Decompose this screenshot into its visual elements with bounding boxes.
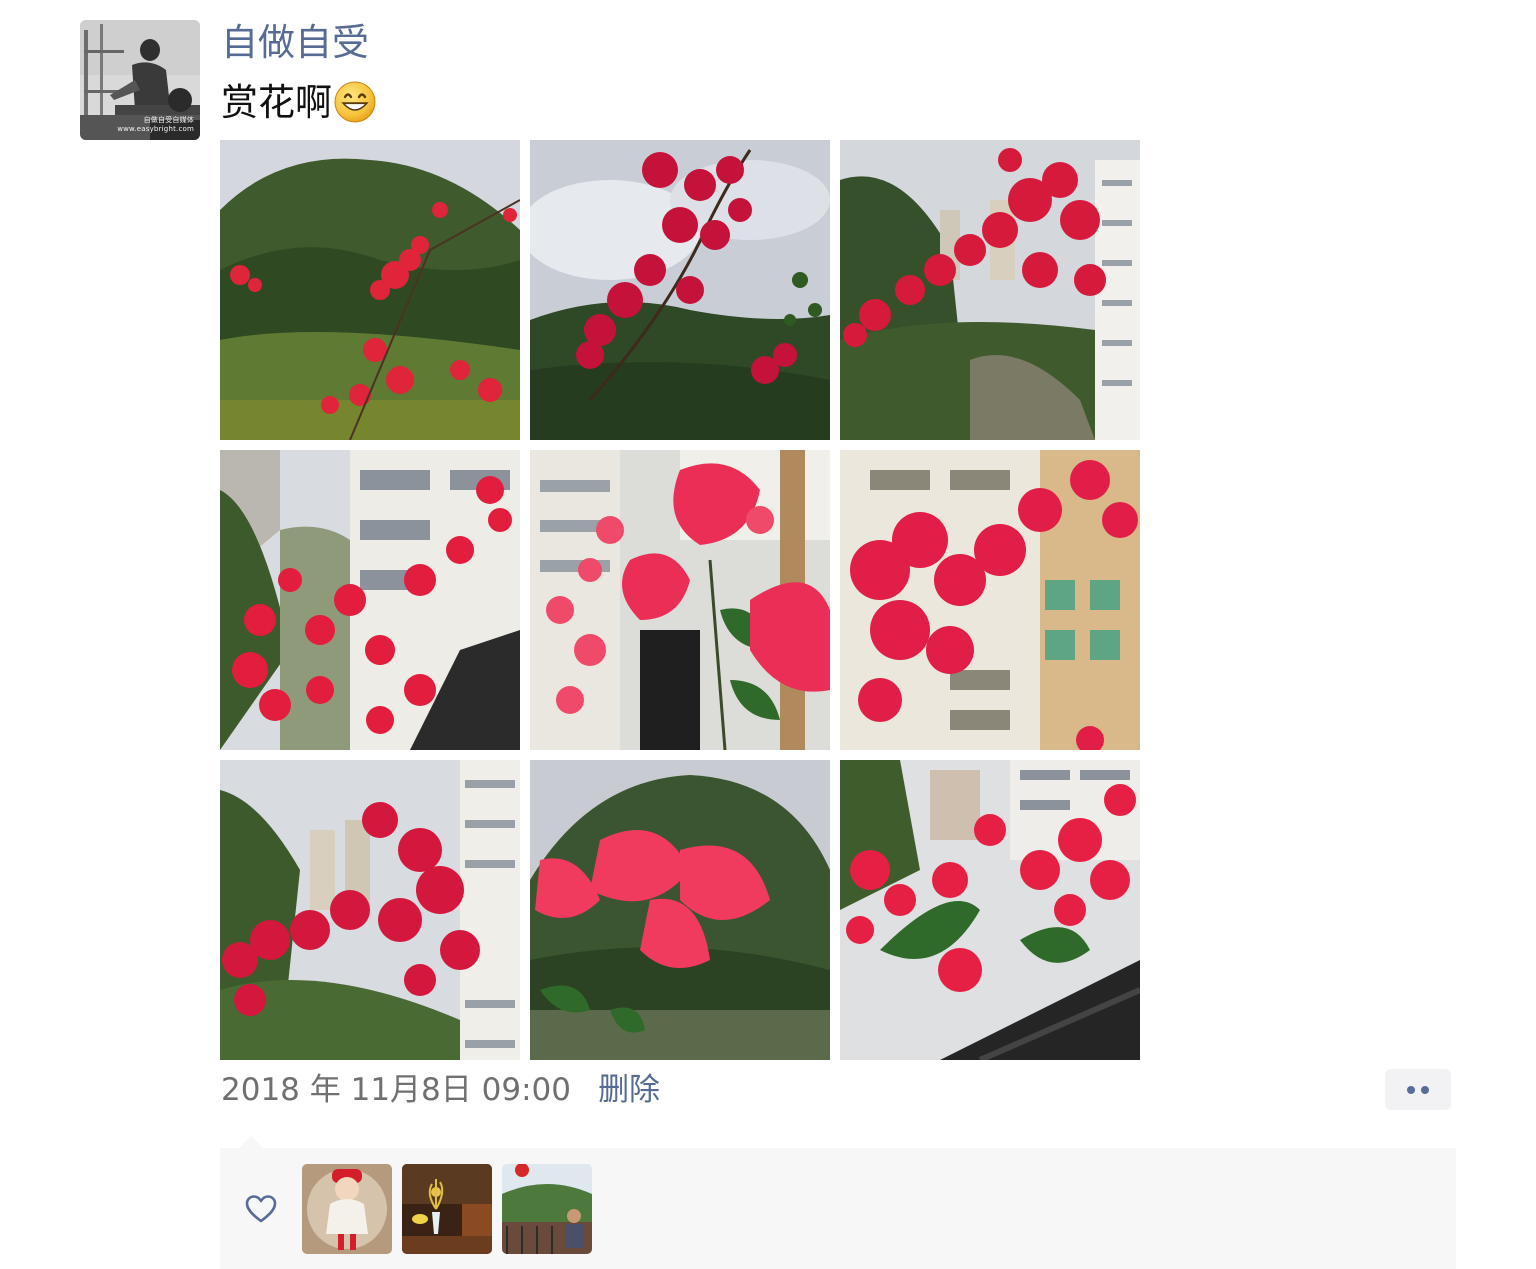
- photo-1-image: [220, 140, 520, 440]
- photo-8-image: [530, 760, 830, 1060]
- photo-5[interactable]: [530, 450, 830, 750]
- photo-grid: [220, 140, 1140, 1060]
- photo-7-image: [220, 760, 520, 1060]
- photo-3[interactable]: [840, 140, 1140, 440]
- photo-6[interactable]: [840, 450, 1140, 750]
- liker-avatar-1[interactable]: [302, 1164, 392, 1254]
- more-dots-icon: [1407, 1086, 1415, 1094]
- author-avatar[interactable]: 自做自受自媒体 www.easybright.com: [80, 20, 200, 140]
- post-timestamp: 2018 年 11月8日 09:00: [221, 1072, 571, 1108]
- photo-5-image: [530, 450, 830, 750]
- photo-9-image: [840, 760, 1140, 1060]
- photo-2[interactable]: [530, 140, 830, 440]
- more-options-button[interactable]: [1385, 1069, 1451, 1110]
- photo-7[interactable]: [220, 760, 520, 1060]
- heart-outline-icon: [245, 1195, 277, 1223]
- post-text-content: 赏花啊: [221, 81, 332, 124]
- avatar-watermark-line2: www.easybright.com: [117, 125, 194, 133]
- photo-3-image: [840, 140, 1140, 440]
- avatar-watermark-line1: 自做自受自媒体: [143, 116, 194, 124]
- photo-2-image: [530, 140, 830, 440]
- liker-avatar-1-image: [302, 1164, 392, 1254]
- post-meta: 2018 年 11月8日 09:00 删除: [221, 1066, 660, 1114]
- photo-4[interactable]: [220, 450, 520, 750]
- photo-6-image: [840, 450, 1140, 750]
- liker-avatar-3-image: [502, 1164, 592, 1254]
- post-text: 赏花啊: [221, 78, 376, 128]
- author-name[interactable]: 自做自受: [221, 18, 369, 68]
- photo-4-image: [220, 450, 520, 750]
- liker-avatar-2[interactable]: [402, 1164, 492, 1254]
- avatar-watermark: 自做自受自媒体 www.easybright.com: [117, 116, 194, 134]
- photo-1[interactable]: [220, 140, 520, 440]
- photo-8[interactable]: [530, 760, 830, 1060]
- delete-button[interactable]: 删除: [598, 1072, 660, 1108]
- grinning-face-icon: [334, 81, 376, 123]
- more-dots-icon-dot: [1421, 1086, 1429, 1094]
- photo-9[interactable]: [840, 760, 1140, 1060]
- liker-avatar-3[interactable]: [502, 1164, 592, 1254]
- liker-avatar-2-image: [402, 1164, 492, 1254]
